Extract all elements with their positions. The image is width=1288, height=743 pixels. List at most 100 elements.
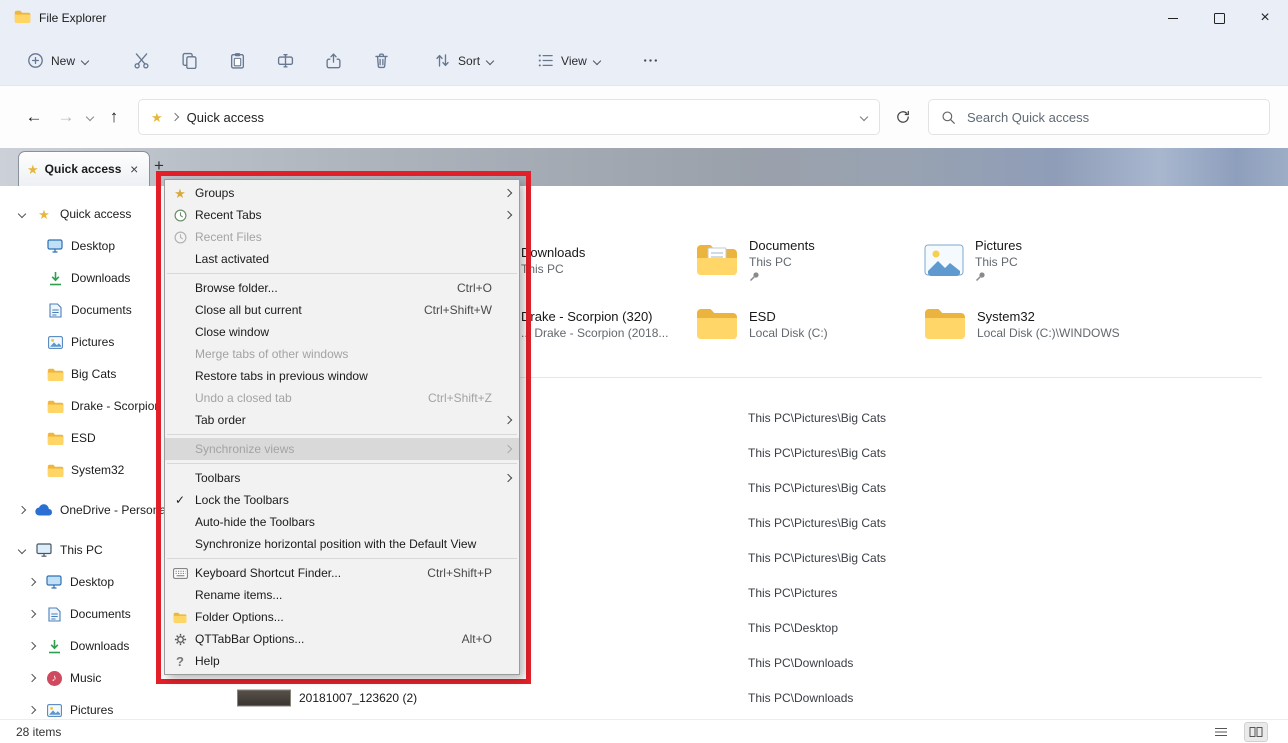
pictures-icon xyxy=(924,244,964,276)
view-button[interactable]: View xyxy=(528,45,609,76)
back-button[interactable]: ← xyxy=(18,99,50,135)
menu-item-restore-tabs[interactable]: Restore tabs in previous window xyxy=(165,365,519,387)
document-icon xyxy=(45,607,63,622)
cut-icon xyxy=(133,52,150,69)
minimize-button[interactable] xyxy=(1150,0,1196,36)
recent-locations-button[interactable] xyxy=(82,99,98,135)
ellipsis-icon xyxy=(642,52,659,69)
up-arrow-icon: ↑ xyxy=(110,107,119,127)
pin-icon xyxy=(975,271,1022,284)
submenu-arrow-icon xyxy=(504,416,512,424)
collapse-chevron-icon[interactable] xyxy=(28,706,36,714)
delete-button[interactable] xyxy=(361,44,401,78)
maximize-button[interactable] xyxy=(1196,0,1242,36)
folder-icon xyxy=(46,400,64,413)
copy-icon xyxy=(181,52,198,69)
expand-chevron-icon[interactable] xyxy=(18,546,26,554)
menu-item-rename-items[interactable]: Rename items... xyxy=(165,584,519,606)
view-button-label: View xyxy=(561,54,587,68)
tab-close-icon[interactable]: × xyxy=(127,161,141,177)
more-options-button[interactable] xyxy=(631,44,671,78)
history-clock-icon xyxy=(174,231,187,244)
quick-access-star-icon: ★ xyxy=(35,208,53,221)
expand-chevron-icon[interactable] xyxy=(18,210,26,218)
folder-options-icon xyxy=(173,612,187,623)
tab-quick-access[interactable]: ★ Quick access × xyxy=(18,151,150,186)
menu-item-keyboard-shortcut-finder[interactable]: Keyboard Shortcut Finder... Ctrl+Shift+P xyxy=(165,562,519,584)
new-button[interactable]: New xyxy=(18,45,97,76)
sidebar-item-thispc-pictures[interactable]: Pictures xyxy=(0,694,190,719)
tile-pictures[interactable]: Pictures This PC xyxy=(924,230,1144,290)
menu-item-qttabbar-options[interactable]: QTTabBar Options... Alt+O xyxy=(165,628,519,650)
file-explorer-window: File Explorer × New xyxy=(0,0,1288,743)
paste-icon xyxy=(229,52,246,69)
refresh-icon xyxy=(895,109,911,125)
menu-item-last-activated[interactable]: Last activated xyxy=(165,248,519,270)
view-icon xyxy=(537,52,554,69)
collapse-chevron-icon[interactable] xyxy=(18,506,26,514)
delete-icon xyxy=(373,52,390,69)
cut-button[interactable] xyxy=(121,44,161,78)
tile-system32[interactable]: System32 Local Disk (C:)\WINDOWS xyxy=(924,294,1144,354)
menu-item-recent-tabs[interactable]: Recent Tabs xyxy=(165,204,519,226)
photo-thumbnail xyxy=(237,689,291,706)
command-toolbar: New Sort View xyxy=(0,36,1288,86)
desktop-icon xyxy=(46,239,64,253)
collapse-chevron-icon[interactable] xyxy=(28,642,36,650)
music-icon: ♪ xyxy=(45,671,63,686)
menu-separator xyxy=(167,273,517,274)
collapse-chevron-icon[interactable] xyxy=(28,610,36,618)
menu-item-toolbars[interactable]: Toolbars xyxy=(165,467,519,489)
address-bar[interactable]: ★ Quick access xyxy=(138,99,880,135)
folder-icon xyxy=(46,464,64,477)
back-arrow-icon: ← xyxy=(26,107,43,127)
search-input[interactable] xyxy=(965,109,1257,126)
forward-button[interactable]: → xyxy=(50,99,82,135)
share-button[interactable] xyxy=(313,44,353,78)
recent-file-row[interactable]: 20181007_123620 (2) This PC\Downloads xyxy=(190,680,1288,715)
menu-item-close-all-but-current[interactable]: Close all but current Ctrl+Shift+W xyxy=(165,299,519,321)
paste-button[interactable] xyxy=(217,44,257,78)
titlebar: File Explorer × xyxy=(0,0,1288,36)
menu-item-groups[interactable]: ★ Groups xyxy=(165,182,519,204)
breadcrumb-location[interactable]: Quick access xyxy=(187,110,264,125)
address-dropdown-icon[interactable] xyxy=(860,113,868,121)
menu-item-undo-closed-tab: Undo a closed tab Ctrl+Shift+Z xyxy=(165,387,519,409)
menu-separator xyxy=(167,463,517,464)
collapse-chevron-icon[interactable] xyxy=(28,674,36,682)
submenu-arrow-icon xyxy=(504,445,512,453)
refresh-button[interactable] xyxy=(886,99,920,135)
close-button[interactable]: × xyxy=(1242,0,1288,36)
collapse-chevron-icon[interactable] xyxy=(28,578,36,586)
up-button[interactable]: ↑ xyxy=(98,99,130,135)
menu-item-tab-order[interactable]: Tab order xyxy=(165,409,519,431)
this-pc-icon xyxy=(35,543,53,557)
sort-button[interactable]: Sort xyxy=(425,45,502,76)
menu-item-autohide-toolbars[interactable]: Auto-hide the Toolbars xyxy=(165,511,519,533)
forward-arrow-icon: → xyxy=(58,107,75,127)
menu-item-browse-folder[interactable]: Browse folder... Ctrl+O xyxy=(165,277,519,299)
thumbnail-view-toggle[interactable] xyxy=(1244,722,1268,742)
new-button-label: New xyxy=(51,54,75,68)
onedrive-cloud-icon xyxy=(35,504,53,516)
copy-button[interactable] xyxy=(169,44,209,78)
help-icon: ? xyxy=(176,654,184,669)
breadcrumb-chevron-icon xyxy=(170,113,178,121)
menu-item-close-window[interactable]: Close window xyxy=(165,321,519,343)
chevron-down-icon xyxy=(81,56,89,64)
chevron-down-icon xyxy=(486,56,494,64)
share-icon xyxy=(325,52,342,69)
tile-esd[interactable]: ESD Local Disk (C:) xyxy=(696,294,916,354)
details-view-toggle[interactable] xyxy=(1210,723,1232,741)
desktop-icon xyxy=(45,575,63,589)
folder-icon xyxy=(696,308,738,340)
menu-item-folder-options[interactable]: Folder Options... xyxy=(165,606,519,628)
item-count: 28 items xyxy=(16,725,61,739)
pictures-icon xyxy=(46,336,64,349)
window-title: File Explorer xyxy=(39,11,106,25)
tile-documents[interactable]: Documents This PC xyxy=(696,230,916,290)
menu-item-sync-horizontal[interactable]: Synchronize horizontal position with the… xyxy=(165,533,519,555)
rename-button[interactable] xyxy=(265,44,305,78)
menu-item-lock-toolbars[interactable]: ✓ Lock the Toolbars xyxy=(165,489,519,511)
menu-item-help[interactable]: ? Help xyxy=(165,650,519,672)
